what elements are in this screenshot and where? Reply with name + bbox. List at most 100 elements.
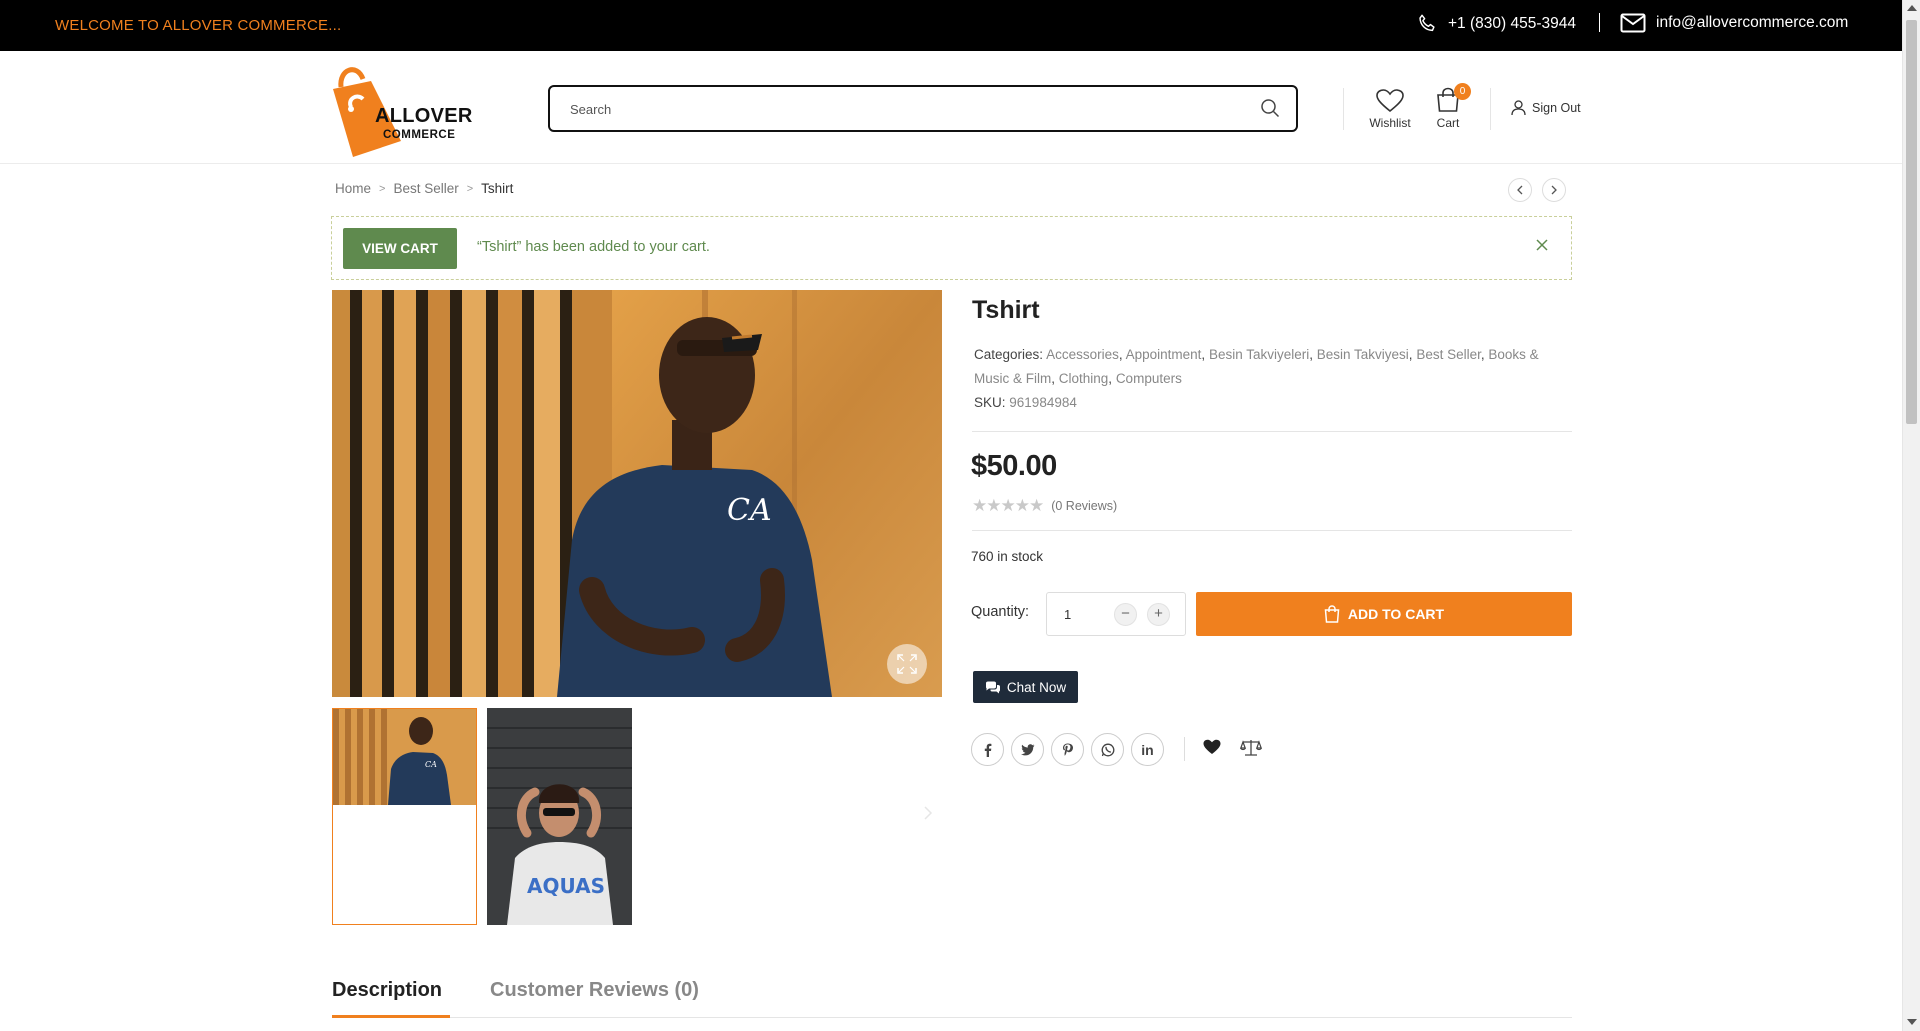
svg-text:AQUAS: AQUAS <box>527 874 605 898</box>
phone-contact[interactable]: +1 (830) 455-3944 <box>1416 13 1576 35</box>
shopping-bag-icon <box>1324 605 1340 623</box>
logo-text-primary: ALLOVER <box>375 105 473 127</box>
divider <box>972 431 1572 432</box>
stock-status: 760 in stock <box>971 549 1044 564</box>
category-link[interactable]: Besin Takviyeleri <box>1209 347 1309 362</box>
category-link[interactable]: Accessories <box>1046 347 1119 362</box>
previous-product-button[interactable] <box>1508 178 1532 202</box>
zoom-button[interactable] <box>887 644 927 684</box>
breadcrumb-home[interactable]: Home <box>335 181 371 196</box>
product-price: $50.00 <box>971 450 1057 482</box>
email-contact[interactable]: info@allovercommerce.com <box>1620 13 1848 33</box>
category-link[interactable]: Best Seller <box>1416 347 1481 362</box>
pinterest-share-button[interactable] <box>1051 733 1084 766</box>
product-thumbnail[interactable]: CA <box>332 708 477 925</box>
quantity-stepper: − + <box>1046 592 1186 636</box>
wishlist-label: Wishlist <box>1369 116 1411 130</box>
header-divider <box>1490 88 1491 130</box>
sign-out-link[interactable]: Sign Out <box>1511 100 1581 116</box>
facebook-icon <box>984 743 991 757</box>
chat-bubbles-icon <box>985 681 1000 693</box>
breadcrumb: Home > Best Seller > Tshirt <box>335 181 513 196</box>
whatsapp-share-button[interactable] <box>1091 733 1124 766</box>
sign-out-label: Sign Out <box>1532 101 1581 115</box>
quantity-input[interactable] <box>1064 604 1104 624</box>
user-icon <box>1511 100 1526 116</box>
mail-icon <box>1620 13 1646 33</box>
top-bar: WELCOME TO ALLOVER COMMERCE... +1 (830) … <box>0 0 1902 51</box>
scroll-up-icon[interactable] <box>1907 5 1917 11</box>
site-header: ALLOVER COMMERCE Wishlist 0 Cart Sign Ou… <box>0 51 1902 164</box>
sku-label: SKU: <box>974 395 1006 410</box>
compare-icon[interactable] <box>1239 739 1263 762</box>
next-product-button[interactable] <box>1542 178 1566 202</box>
cart-notice-message: “Tshirt” has been added to your cart. <box>477 239 710 255</box>
sku-value: 961984984 <box>1009 395 1077 410</box>
welcome-text: WELCOME TO ALLOVER COMMERCE... <box>55 17 342 34</box>
twitter-share-button[interactable] <box>1011 733 1044 766</box>
heart-icon <box>1376 89 1404 113</box>
category-link[interactable]: Computers <box>1116 371 1182 386</box>
phone-number: +1 (830) 455-3944 <box>1448 15 1576 32</box>
twitter-icon <box>1020 743 1034 755</box>
product-main-image[interactable]: CA <box>332 290 942 697</box>
pinterest-icon <box>1063 743 1073 756</box>
review-count[interactable]: (0 Reviews) <box>1051 499 1117 513</box>
linkedin-share-button[interactable]: in <box>1131 733 1164 766</box>
chevron-right-icon <box>1551 185 1557 195</box>
wishlist-button[interactable]: Wishlist <box>1368 89 1412 130</box>
page-scrollbar[interactable] <box>1902 0 1920 1031</box>
view-cart-button[interactable]: VIEW CART <box>343 228 457 269</box>
expand-icon <box>897 654 917 674</box>
divider <box>972 530 1572 531</box>
scroll-down-icon[interactable] <box>1907 1019 1917 1025</box>
increase-quantity-button[interactable]: + <box>1147 603 1170 626</box>
product-sku: SKU: 961984984 <box>974 391 1574 415</box>
cart-label: Cart <box>1436 116 1460 130</box>
svg-text:CA: CA <box>727 493 772 528</box>
divider <box>1184 737 1185 761</box>
close-icon[interactable] <box>1535 238 1549 257</box>
category-link[interactable]: Besin Takviyesi <box>1317 347 1409 362</box>
breadcrumb-best-seller[interactable]: Best Seller <box>393 181 458 196</box>
site-logo[interactable]: ALLOVER COMMERCE <box>323 59 472 159</box>
category-link[interactable]: Clothing <box>1059 371 1109 386</box>
product-tabs: Description Customer Reviews (0) <box>332 975 1572 1018</box>
add-to-cart-label: ADD TO CART <box>1347 606 1445 622</box>
category-link[interactable]: Appointment <box>1126 347 1202 362</box>
chat-now-label: Chat Now <box>1006 679 1067 695</box>
chevron-left-icon <box>1517 185 1523 195</box>
logo-text-secondary: COMMERCE <box>383 129 456 141</box>
active-tab-indicator <box>332 1015 450 1018</box>
search-icon[interactable] <box>1260 98 1280 123</box>
breadcrumb-separator: > <box>379 182 386 195</box>
product-title: Tshirt <box>972 296 1040 324</box>
chat-now-button[interactable]: Chat Now <box>973 671 1078 703</box>
cart-count-badge: 0 <box>1454 83 1471 100</box>
star-rating-icon: ★★★★★ <box>972 496 1044 515</box>
search-box <box>548 85 1298 132</box>
cart-notice: VIEW CART “Tshirt” has been added to you… <box>331 216 1572 280</box>
divider <box>1599 13 1600 32</box>
tab-description[interactable]: Description <box>332 979 442 1002</box>
gallery-next-icon[interactable] <box>923 805 933 826</box>
tab-customer-reviews[interactable]: Customer Reviews (0) <box>490 979 699 1002</box>
cart-button[interactable]: 0 Cart <box>1428 83 1471 130</box>
linkedin-icon: in <box>1141 741 1154 758</box>
add-to-wishlist-icon[interactable] <box>1203 739 1221 760</box>
search-input[interactable] <box>570 97 1230 121</box>
header-divider <box>1343 88 1344 130</box>
whatsapp-icon <box>1101 743 1114 756</box>
categories-label: Categories: <box>974 347 1044 362</box>
decrease-quantity-button[interactable]: − <box>1114 603 1137 626</box>
product-thumbnail[interactable]: AQUAS <box>487 708 632 925</box>
scrollbar-thumb[interactable] <box>1906 20 1917 424</box>
product-meta: Categories: Accessories, Appointment, Be… <box>974 343 1574 415</box>
product-rating: ★★★★★ (0 Reviews) <box>972 496 1117 516</box>
svg-text:CA: CA <box>425 760 437 769</box>
email-address: info@allovercommerce.com <box>1656 14 1849 31</box>
add-to-cart-button[interactable]: ADD TO CART <box>1196 592 1572 636</box>
phone-icon <box>1419 14 1435 32</box>
product-categories: Categories: Accessories, Appointment, Be… <box>974 347 1539 386</box>
facebook-share-button[interactable] <box>971 733 1004 766</box>
